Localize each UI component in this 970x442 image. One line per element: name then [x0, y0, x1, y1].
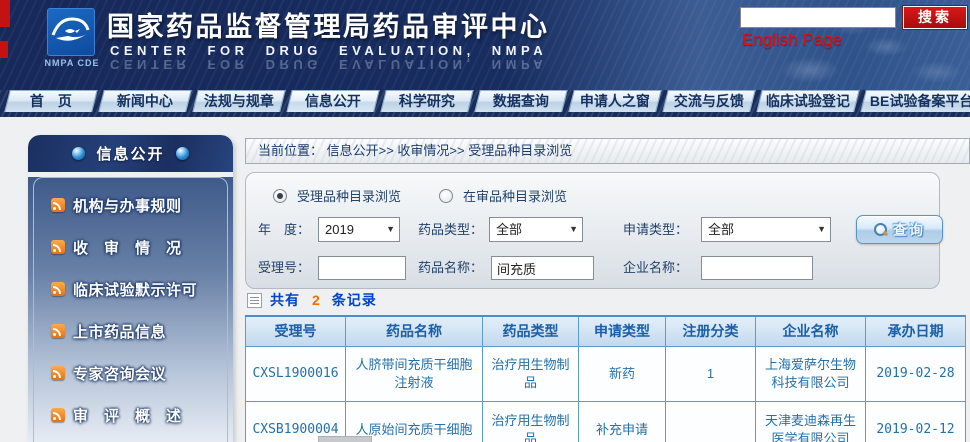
record-count: 2 — [308, 292, 324, 308]
cell-drug-name: 人脐带间充质干细胞注射液 — [346, 346, 483, 401]
rss-icon — [51, 366, 65, 380]
tab-science-research[interactable]: 科学研究 — [380, 90, 473, 112]
tab-applicant-window[interactable]: 申请人之窗 — [568, 90, 661, 112]
red-edge-decoration — [0, 41, 8, 58]
site-subtitle: CENTER FOR DRUG EVALUATION, NMPA — [110, 43, 547, 58]
year-label: 年 度： — [258, 217, 310, 243]
rss-icon — [51, 408, 65, 422]
search-icon — [874, 223, 887, 236]
col-handle-date: 承办日期 — [866, 316, 966, 346]
radio-inreview-catalog[interactable] — [439, 189, 453, 203]
year-select[interactable]: 2019 ▼ — [318, 217, 400, 242]
site-subtitle-reflection: CENTER FOR DRUG EVALUATION, NMPA — [110, 57, 547, 72]
company-input[interactable] — [701, 256, 813, 280]
radio-inreview-catalog-label: 在审品种目录浏览 — [463, 186, 567, 205]
main-content: 当前位置： 信息公开>> 收审情况>> 受理品种目录浏览 受理品种目录浏览 在审… — [245, 138, 970, 442]
cell-handle-date: 2019-02-28 — [866, 346, 966, 401]
header-search-button[interactable]: 搜索 — [903, 6, 967, 29]
table-row: CXSL1900016 人脐带间充质干细胞注射液 治疗用生物制品 新药 1 上海… — [246, 346, 966, 401]
cell-company: 天津麦迪森再生医学有限公司 — [756, 401, 866, 442]
drug-name-label: 药品名称： — [418, 255, 483, 281]
drug-type-label: 药品类型： — [418, 217, 483, 243]
logo-caption: NMPA CDE — [36, 58, 108, 68]
tab-news[interactable]: 新闻中心 — [98, 90, 191, 112]
dropdown-arrow-icon: ▼ — [569, 218, 578, 241]
red-edge-decoration — [0, 0, 10, 27]
cell-apply-type: 补充申请 — [579, 401, 666, 442]
sidebar-item-review-overview[interactable]: 审 评 概 述 — [34, 394, 227, 436]
results-table: 受理号 药品名称 药品类型 申请类型 注册分类 企业名称 承办日期 CXSL19… — [245, 315, 966, 442]
company-label: 企业名称： — [623, 255, 688, 281]
cell-company: 上海爱萨尔生物科技有限公司 — [756, 346, 866, 401]
radio-accepted-catalog-label: 受理品种目录浏览 — [297, 186, 401, 205]
apply-type-select[interactable]: 全部 ▼ — [701, 217, 831, 242]
col-company: 企业名称 — [756, 316, 866, 346]
tab-regulations[interactable]: 法规与规章 — [192, 90, 285, 112]
cell-apply-type: 新药 — [579, 346, 666, 401]
cell-drug-type: 治疗用生物制品 — [483, 346, 579, 401]
main-nav: 首 页 新闻中心 法规与规章 信息公开 科学研究 数据查询 申请人之窗 交流与反… — [0, 90, 970, 117]
header-search-input[interactable] — [740, 7, 896, 28]
rss-icon — [51, 324, 65, 338]
tab-home[interactable]: 首 页 — [4, 90, 97, 112]
table-header-row: 受理号 药品名称 药品类型 申请类型 注册分类 企业名称 承办日期 — [246, 316, 966, 346]
site-header: NMPA CDE 国家药品监督管理局药品审评中心 CENTER FOR DRUG… — [0, 0, 970, 90]
sphere-icon — [72, 147, 85, 160]
drug-name-input[interactable] — [491, 256, 594, 280]
site-title: 国家药品监督管理局药品审评中心 — [107, 5, 550, 44]
sidebar-menu: 机构与办事规则 收 审 情 况 临床试验默示许可 上市药品信息 专家咨询会议 — [33, 177, 228, 442]
english-page-link[interactable]: English Page — [742, 30, 842, 50]
sidebar-item-org-rules[interactable]: 机构与办事规则 — [34, 184, 227, 226]
cutoff-element — [318, 436, 372, 442]
sidebar: 信息公开 机构与办事规则 收 审 情 况 临床试验默示许可 — [28, 135, 233, 442]
col-reg-class: 注册分类 — [666, 316, 756, 346]
cell-handle-date: 2019-02-12 — [866, 401, 966, 442]
tab-info-disclosure[interactable]: 信息公开 — [286, 90, 379, 112]
sidebar-item-marketed-drug-info[interactable]: 上市药品信息 — [34, 310, 227, 352]
cell-reg-class — [666, 401, 756, 442]
radio-accepted-catalog[interactable] — [273, 189, 287, 203]
col-accept-no: 受理号 — [246, 316, 346, 346]
breadcrumb: 当前位置： 信息公开>> 收审情况>> 受理品种目录浏览 — [245, 138, 970, 164]
dropdown-arrow-icon: ▼ — [817, 218, 826, 241]
sidebar-header: 信息公开 — [28, 135, 233, 172]
sidebar-item-clinical-trial-tacit-approval[interactable]: 临床试验默示许可 — [34, 268, 227, 310]
sidebar-body: 机构与办事规则 收 审 情 况 临床试验默示许可 上市药品信息 专家咨询会议 — [28, 177, 233, 442]
cde-logo-icon[interactable] — [47, 8, 95, 56]
catalog-radio-group: 受理品种目录浏览 在审品种目录浏览 — [273, 186, 567, 205]
sphere-icon — [176, 147, 189, 160]
tab-data-query[interactable]: 数据查询 — [474, 90, 567, 112]
tab-feedback[interactable]: 交流与反馈 — [662, 90, 755, 112]
cell-reg-class: 1 — [666, 346, 756, 401]
cell-accept-no: CXSL1900016 — [246, 346, 346, 401]
rss-icon — [51, 240, 65, 254]
sidebar-item-expert-advisory-meeting[interactable]: 专家咨询会议 — [34, 352, 227, 394]
col-drug-type: 药品类型 — [483, 316, 579, 346]
tab-clinical-trial-registry[interactable]: 临床试验登记 — [756, 90, 859, 112]
result-count: 共有2条记录 — [247, 290, 377, 310]
col-apply-type: 申请类型 — [579, 316, 666, 346]
query-button[interactable]: 查询 — [856, 215, 943, 244]
sidebar-title: 信息公开 — [96, 143, 164, 164]
tab-be-trial-platform[interactable]: BE试验备案平台 — [860, 90, 970, 112]
accept-no-label: 受理号： — [258, 255, 310, 281]
accept-no-input[interactable] — [318, 256, 406, 280]
col-drug-name: 药品名称 — [346, 316, 483, 346]
cell-drug-type: 治疗用生物制品 — [483, 401, 579, 442]
page: NMPA CDE 国家药品监督管理局药品审评中心 CENTER FOR DRUG… — [0, 0, 970, 442]
rss-icon — [51, 282, 65, 296]
dropdown-arrow-icon: ▼ — [386, 218, 395, 241]
filter-panel: 受理品种目录浏览 在审品种目录浏览 年 度： 2019 ▼ 药品类型： 全部 ▼… — [245, 172, 940, 289]
rss-icon — [51, 198, 65, 212]
sidebar-item-acceptance-review[interactable]: 收 审 情 况 — [34, 226, 227, 268]
apply-type-label: 申请类型： — [623, 217, 688, 243]
drug-type-select[interactable]: 全部 ▼ — [489, 217, 583, 242]
list-icon — [247, 293, 262, 308]
